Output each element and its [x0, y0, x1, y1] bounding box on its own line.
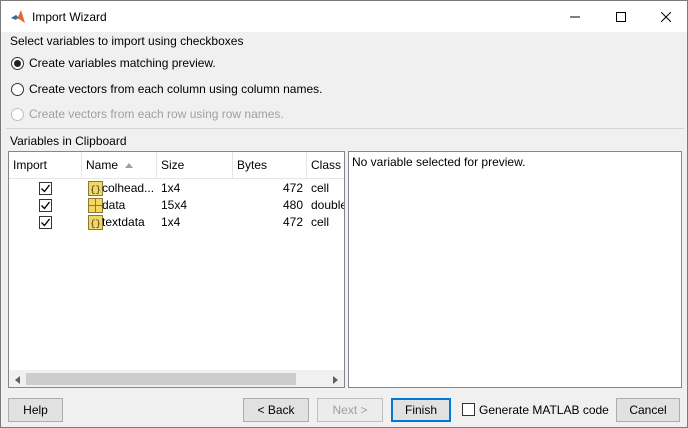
radio-indicator[interactable]	[11, 82, 24, 96]
column-header-class[interactable]: Class	[307, 152, 344, 179]
variable-name: colhead...	[102, 181, 155, 195]
checkmark-icon	[41, 201, 51, 210]
svg-text:{}: {}	[90, 185, 101, 195]
cell-array-icon: {}	[88, 181, 103, 196]
import-checkbox[interactable]	[39, 216, 52, 229]
scroll-left-button[interactable]	[9, 371, 26, 387]
import-checkbox[interactable]	[39, 199, 52, 212]
generate-code-checkbox[interactable]	[462, 403, 475, 416]
back-button[interactable]: < Back	[243, 398, 309, 422]
import-wizard-window: Import Wizard Select variables to import…	[0, 0, 688, 428]
variables-table: Import Name Size Bytes Class {} colhead.…	[8, 151, 345, 388]
column-header-label: Name	[86, 158, 119, 172]
radio-create-variables[interactable]: Create variables matching preview.	[11, 55, 216, 71]
column-header-bytes[interactable]: Bytes	[233, 152, 307, 179]
maximize-icon	[616, 11, 626, 22]
variable-bytes: 480	[282, 198, 303, 212]
radio-indicator	[11, 107, 24, 121]
variable-bytes: 472	[282, 181, 303, 195]
chevron-left-icon	[15, 375, 20, 384]
variable-name: data	[102, 198, 126, 212]
radio-indicator[interactable]	[11, 56, 24, 70]
horizontal-scrollbar[interactable]	[9, 370, 344, 387]
sort-ascending-icon	[125, 163, 134, 169]
minimize-icon	[570, 16, 580, 17]
matrix-icon	[88, 198, 103, 213]
table-row[interactable]: data 15x4 480 double	[9, 197, 345, 214]
window-title: Import Wizard	[32, 9, 107, 24]
close-icon	[661, 11, 671, 22]
title-bar[interactable]: Import Wizard	[1, 1, 687, 32]
preview-panel: No variable selected for preview.	[348, 151, 682, 388]
variables-heading: Variables in Clipboard	[10, 134, 127, 148]
scrollbar-thumb[interactable]	[26, 373, 296, 385]
variable-size: 1x4	[161, 215, 181, 229]
next-button: Next >	[317, 398, 383, 422]
matlab-logo-icon	[11, 9, 25, 23]
import-checkbox[interactable]	[39, 182, 52, 195]
table-header: Import Name Size Bytes Class	[9, 152, 344, 179]
column-header-import[interactable]: Import	[9, 152, 82, 179]
divider	[6, 128, 684, 129]
variable-size: 15x4	[161, 198, 188, 212]
minimize-button[interactable]	[552, 1, 598, 32]
radio-label: Create vectors from each row using row n…	[29, 107, 284, 121]
generate-code-label[interactable]: Generate MATLAB code	[479, 403, 609, 417]
column-header-name[interactable]: Name	[82, 152, 157, 179]
close-button[interactable]	[643, 1, 688, 32]
variable-class: cell	[311, 215, 330, 229]
table-row[interactable]: {} textdata 1x4 472 cell	[9, 214, 344, 231]
preview-message: No variable selected for preview.	[352, 155, 526, 169]
variable-name: textdata	[102, 215, 145, 229]
variable-class: double	[311, 198, 345, 212]
column-header-size[interactable]: Size	[157, 152, 233, 179]
radio-vectors-rows: Create vectors from each row using row n…	[11, 106, 284, 122]
scroll-right-button[interactable]	[327, 371, 344, 387]
help-button[interactable]: Help	[8, 398, 63, 422]
options-heading: Select variables to import using checkbo…	[10, 34, 244, 48]
svg-text:{}: {}	[90, 219, 101, 229]
variable-class: cell	[311, 181, 330, 195]
radio-label: Create variables matching preview.	[29, 56, 216, 70]
maximize-button[interactable]	[598, 1, 644, 32]
variable-bytes: 472	[282, 215, 303, 229]
cancel-button[interactable]: Cancel	[616, 398, 680, 422]
finish-button[interactable]: Finish	[391, 398, 451, 422]
cell-array-icon: {}	[88, 215, 103, 230]
radio-vectors-columns[interactable]: Create vectors from each column using co…	[11, 81, 322, 97]
variable-size: 1x4	[161, 181, 181, 195]
table-row[interactable]: {} colhead... 1x4 472 cell	[9, 180, 344, 197]
chevron-right-icon	[333, 375, 338, 384]
checkmark-icon	[41, 218, 51, 227]
checkmark-icon	[41, 184, 51, 193]
radio-label: Create vectors from each column using co…	[29, 82, 323, 96]
